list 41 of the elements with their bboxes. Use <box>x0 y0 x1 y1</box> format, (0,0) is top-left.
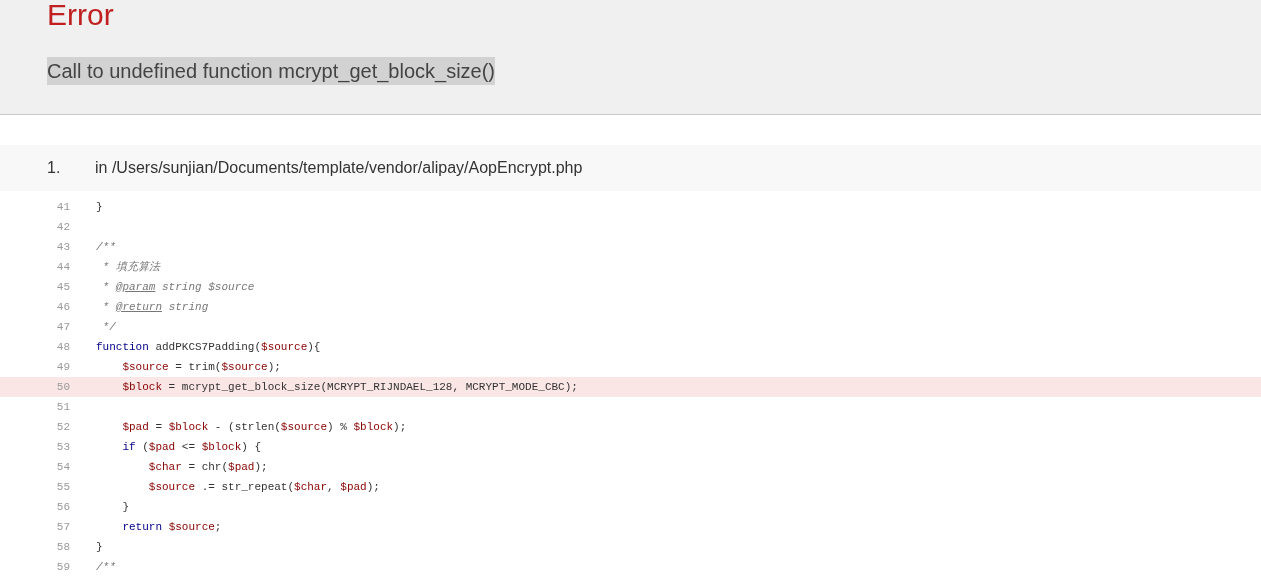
code-line: if ($pad <= $block) { <box>121 439 262 455</box>
line-number: 43 <box>55 239 70 255</box>
line-number: 54 <box>55 459 70 475</box>
line-number: 55 <box>55 479 70 495</box>
line-number: 42 <box>55 219 70 235</box>
line-number: 51 <box>55 399 70 415</box>
code-line: } <box>96 539 103 555</box>
line-number: 58 <box>55 539 70 555</box>
code-comment: /** <box>96 239 116 255</box>
code-line: function addPKCS7Padding($source){ <box>96 339 321 355</box>
code-comment: * 填充算法 <box>101 259 160 275</box>
line-number: 56 <box>55 499 70 515</box>
frame-number: 1. <box>47 158 62 178</box>
line-number: 57 <box>55 519 70 535</box>
file-path: in /Users/sunjian/Documents/template/vendor/alipay/AopEncrypt.php <box>95 158 583 178</box>
code-line: } <box>96 199 103 215</box>
line-number: 47 <box>55 319 70 335</box>
error-title: Error <box>47 0 114 30</box>
code-line: $block = mcrypt_get_block_size(MCRYPT_RIJNDAEL_128, MCRYPT_MODE_CBC); <box>121 379 578 395</box>
line-number: 59 <box>55 559 70 575</box>
line-number: 46 <box>55 299 70 315</box>
code-line: $char = chr($pad); <box>147 459 268 475</box>
code-line: $source .= str_repeat($char, $pad); <box>147 479 380 495</box>
line-number: 50 <box>55 379 70 395</box>
stack-frame-row[interactable]: 1. in /Users/sunjian/Documents/template/vendor/alipay/AopEncrypt.php <box>0 145 1261 191</box>
error-message: Call to undefined function mcrypt_get_block_size() <box>47 57 496 85</box>
code-comment: * @param string $source <box>101 279 255 295</box>
code-line: return $source; <box>121 519 222 535</box>
line-number: 52 <box>55 419 70 435</box>
line-number: 44 <box>55 259 70 275</box>
code-comment: * @return string <box>101 299 209 315</box>
line-number: 53 <box>55 439 70 455</box>
code-line: $pad = $block - (strlen($source) % $block); <box>121 419 407 435</box>
code-comment: /** <box>96 559 116 575</box>
line-number: 48 <box>55 339 70 355</box>
line-number: 49 <box>55 359 70 375</box>
code-line: $source = trim($source); <box>121 359 281 375</box>
code-line: } <box>121 499 129 515</box>
line-number: 45 <box>55 279 70 295</box>
code-comment: */ <box>101 319 116 335</box>
line-number: 41 <box>55 199 70 215</box>
